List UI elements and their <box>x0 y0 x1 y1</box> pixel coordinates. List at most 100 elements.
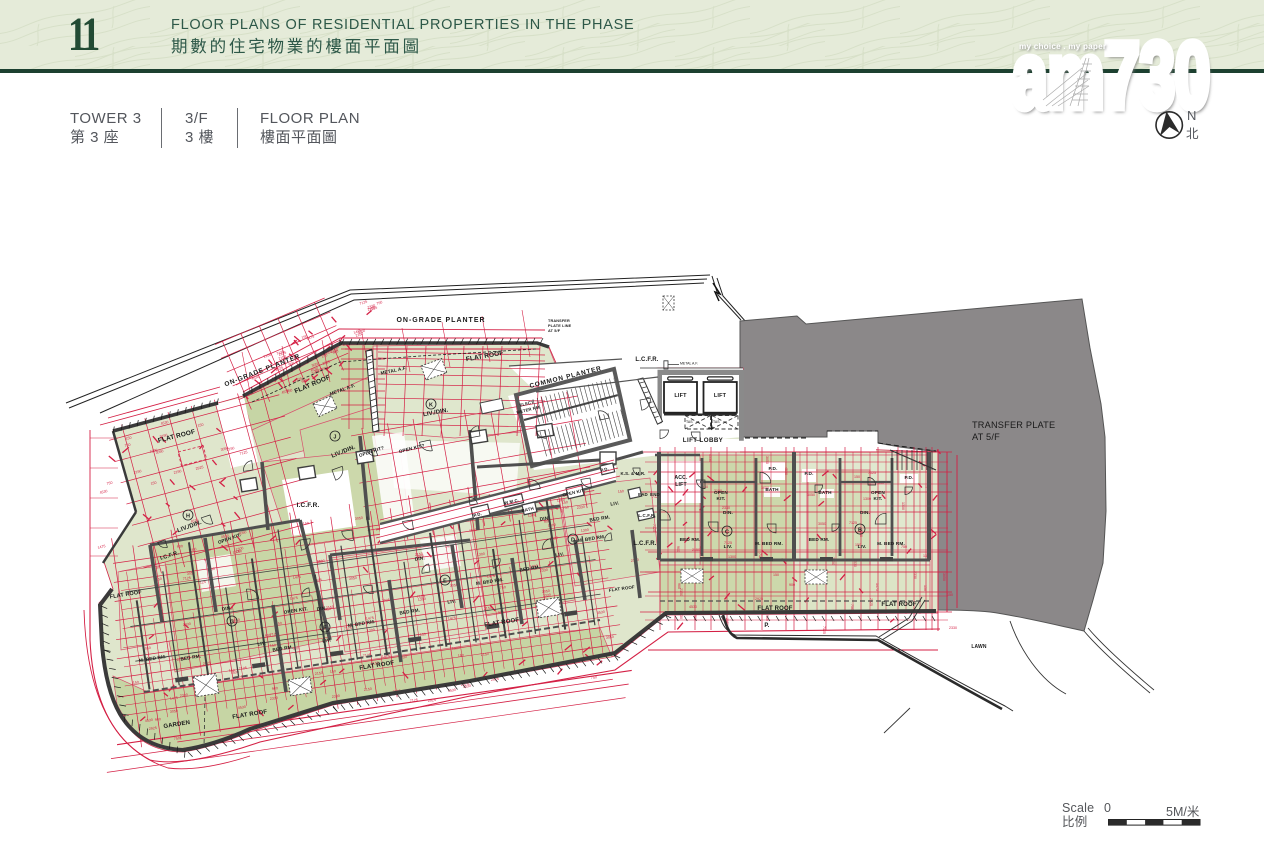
svg-text:L.C.F.R.: L.C.F.R. <box>633 541 656 547</box>
svg-text:ACC.: ACC. <box>674 475 688 481</box>
svg-text:PLATE LINE: PLATE LINE <box>548 324 572 328</box>
svg-text:7125: 7125 <box>868 471 876 475</box>
svg-text:FLAT ROOF: FLAT ROOF <box>881 602 916 608</box>
svg-text:D: D <box>571 538 575 544</box>
svg-text:1300: 1300 <box>728 555 736 559</box>
svg-text:900: 900 <box>155 717 161 722</box>
svg-text:1475: 1475 <box>875 583 879 591</box>
svg-text:7125: 7125 <box>359 299 368 305</box>
svg-text:EAD: EAD <box>638 492 648 497</box>
svg-text:900: 900 <box>676 546 680 552</box>
svg-text:F: F <box>323 626 327 632</box>
svg-text:750: 750 <box>106 481 113 486</box>
svg-text:P.D.: P.D. <box>804 471 813 476</box>
svg-text:E: E <box>443 579 447 585</box>
svg-text:7125: 7125 <box>652 524 656 532</box>
svg-text:G: G <box>230 620 234 626</box>
svg-text:150: 150 <box>923 585 927 591</box>
svg-text:3050: 3050 <box>818 522 826 526</box>
svg-text:OPEN: OPEN <box>871 490 885 495</box>
svg-text:TRANSFER: TRANSFER <box>548 319 570 323</box>
svg-text:LIV.: LIV. <box>858 544 867 549</box>
svg-text:4530: 4530 <box>689 605 697 609</box>
svg-text:750: 750 <box>563 505 569 510</box>
svg-text:BED RM.: BED RM. <box>680 537 701 542</box>
svg-text:900: 900 <box>789 583 795 587</box>
svg-text:150: 150 <box>133 680 139 685</box>
svg-text:150: 150 <box>947 593 953 597</box>
svg-text:END: END <box>650 492 660 497</box>
svg-text:750: 750 <box>500 585 506 590</box>
svg-text:DIN.: DIN. <box>860 510 870 515</box>
svg-text:900: 900 <box>677 583 681 589</box>
svg-text:2925: 2925 <box>869 598 873 606</box>
svg-text:AT 5/F: AT 5/F <box>972 432 1000 442</box>
svg-text:TAS: TAS <box>713 420 720 424</box>
svg-text:4530: 4530 <box>708 454 712 462</box>
svg-text:900: 900 <box>272 686 278 691</box>
svg-text:7125: 7125 <box>849 521 857 525</box>
svg-text:LIFT LOBBY: LIFT LOBBY <box>683 437 724 444</box>
svg-text:4530: 4530 <box>784 467 788 475</box>
svg-text:P.D.: P.D. <box>768 466 777 471</box>
svg-text:2150: 2150 <box>263 352 272 358</box>
svg-text:3050: 3050 <box>807 493 815 497</box>
svg-text:150: 150 <box>773 573 779 577</box>
svg-text:M. BED RM.: M. BED RM. <box>755 541 783 546</box>
svg-text:150: 150 <box>303 521 309 526</box>
svg-text:1300: 1300 <box>901 502 905 510</box>
svg-text:LIFT: LIFT <box>674 393 687 399</box>
svg-text:150: 150 <box>330 669 336 674</box>
svg-text:J: J <box>333 435 336 441</box>
svg-text:OPEN: OPEN <box>714 490 728 495</box>
svg-text:LAWN: LAWN <box>971 644 987 650</box>
svg-text:P.: P. <box>764 623 769 629</box>
svg-text:P.D.: P.D. <box>904 475 913 480</box>
svg-text:FLAT ROOF: FLAT ROOF <box>757 606 792 612</box>
svg-text:BATH: BATH <box>765 487 779 492</box>
svg-text:750: 750 <box>591 675 597 680</box>
svg-text:2150: 2150 <box>692 548 700 552</box>
svg-text:LIFT: LIFT <box>714 393 727 399</box>
svg-text:ON-GRADE PLANTER: ON-GRADE PLANTER <box>396 317 485 324</box>
svg-text:2150: 2150 <box>679 588 683 596</box>
svg-text:150: 150 <box>236 549 242 554</box>
svg-text:LIV.: LIV. <box>724 544 733 549</box>
svg-text:2925: 2925 <box>428 698 436 703</box>
svg-text:DIN.: DIN. <box>723 510 733 515</box>
svg-text:LIFT: LIFT <box>675 482 687 488</box>
svg-text:AT 5/F: AT 5/F <box>548 329 561 333</box>
svg-text:B: B <box>858 528 862 534</box>
svg-text:3050: 3050 <box>765 456 769 464</box>
svg-text:BED RM.: BED RM. <box>809 537 830 542</box>
svg-text:KIT.: KIT. <box>717 496 726 501</box>
svg-text:C: C <box>725 530 729 536</box>
svg-text:TAS: TAS <box>686 420 693 424</box>
svg-text:750: 750 <box>850 604 854 610</box>
svg-text:3050: 3050 <box>942 573 946 581</box>
svg-text:2330: 2330 <box>913 571 917 579</box>
svg-text:I.C.F.R.: I.C.F.R. <box>297 502 320 509</box>
svg-text:K.S. & M.R.: K.S. & M.R. <box>620 471 645 476</box>
svg-text:K: K <box>429 403 433 409</box>
svg-text:M. BED RM.: M. BED RM. <box>877 541 905 546</box>
svg-text:METAL A.F.: METAL A.F. <box>680 362 698 366</box>
svg-text:150: 150 <box>618 489 624 494</box>
svg-text:1300: 1300 <box>863 497 871 501</box>
svg-text:750: 750 <box>174 736 180 741</box>
svg-text:2330: 2330 <box>949 626 957 630</box>
svg-text:KIT.: KIT. <box>874 496 883 501</box>
svg-text:150: 150 <box>229 668 235 673</box>
svg-text:150: 150 <box>458 653 464 658</box>
svg-text:4530: 4530 <box>99 489 108 495</box>
svg-text:900: 900 <box>177 544 183 549</box>
svg-text:150: 150 <box>854 475 860 479</box>
svg-text:BATH: BATH <box>818 490 832 495</box>
svg-text:750: 750 <box>376 300 383 306</box>
svg-text:L.C.F.R.: L.C.F.R. <box>638 513 655 518</box>
svg-text:7125: 7125 <box>822 626 826 634</box>
svg-text:TRANSFER PLATE: TRANSFER PLATE <box>972 420 1055 430</box>
svg-text:1475: 1475 <box>97 544 106 550</box>
svg-text:7125: 7125 <box>410 698 418 703</box>
svg-text:H: H <box>186 514 190 520</box>
